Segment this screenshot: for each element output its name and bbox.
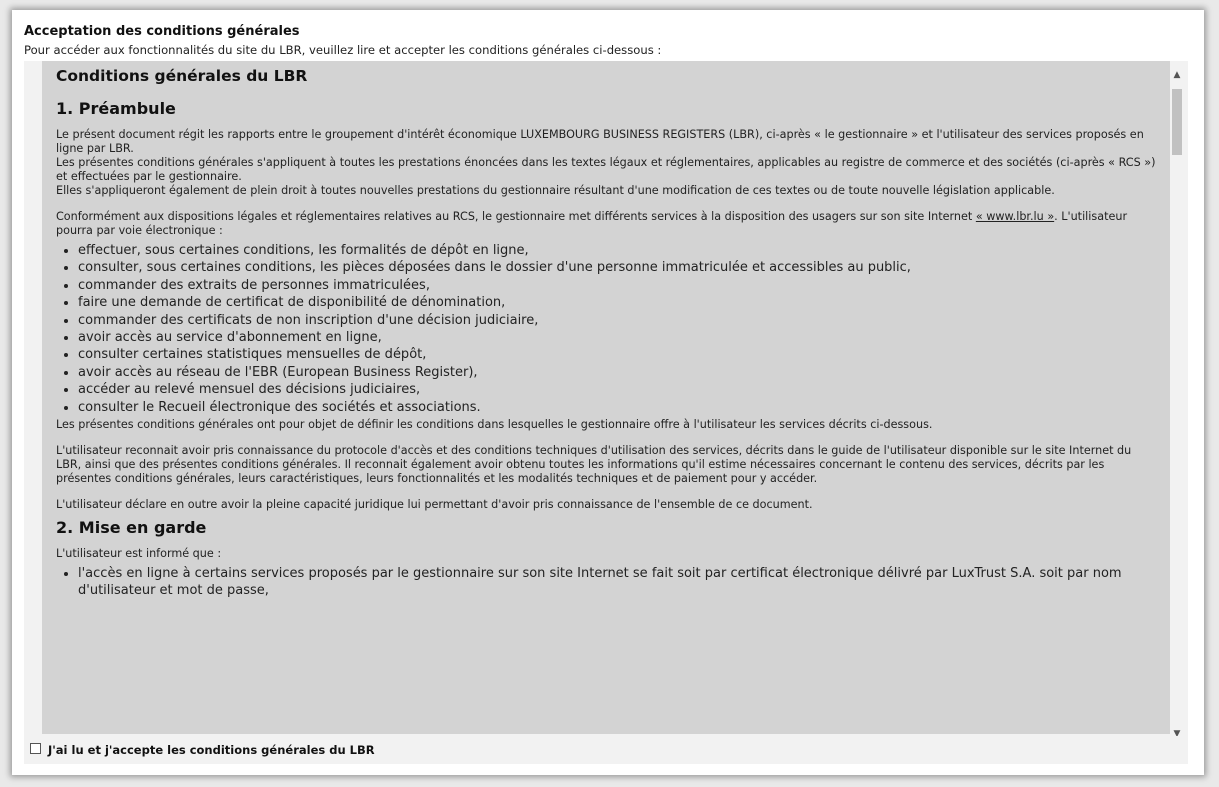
list-item: commander des extraits de personnes imma…: [78, 277, 1156, 294]
list-item: l'accès en ligne à certains services pro…: [78, 565, 1156, 600]
terms-panel: Acceptation des conditions générales Pou…: [12, 10, 1204, 775]
warnings-list: l'accès en ligne à certains services pro…: [56, 565, 1156, 600]
paragraph-text: Conformément aux dispositions légales et…: [56, 210, 976, 223]
terms-content: Conditions générales du LBR 1. Préambule…: [42, 61, 1170, 734]
accept-row: J'ai lu et j'accepte les conditions géné…: [24, 736, 1188, 764]
section-2-title: 2. Mise en garde: [56, 518, 207, 538]
list-item: faire une demande de certificat de dispo…: [78, 294, 1156, 311]
paragraph: L'utilisateur reconnait avoir pris conna…: [56, 444, 1132, 486]
list-item: consulter certaines statistiques mensuel…: [78, 346, 1156, 363]
list-item: accéder au relevé mensuel des décisions …: [78, 381, 1156, 398]
terms-scroll-area[interactable]: Conditions générales du LBR 1. Préambule…: [24, 61, 1188, 748]
list-item: effectuer, sous certaines conditions, le…: [78, 242, 1156, 259]
paragraph-text: Les présentes conditions générales s'app…: [56, 156, 1156, 183]
services-list: effectuer, sous certaines conditions, le…: [56, 242, 1156, 416]
scrollbar-thumb[interactable]: [1172, 89, 1182, 155]
list-item: commander des certificats de non inscrip…: [78, 312, 1156, 329]
list-item: consulter le Recueil électronique des so…: [78, 399, 1156, 416]
terms-title: Conditions générales du LBR: [56, 67, 308, 85]
paragraph: L'utilisateur déclare en outre avoir la …: [56, 498, 813, 512]
paragraph: L'utilisateur est informé que :: [56, 547, 222, 561]
chevron-up-icon[interactable]: ▲: [1170, 67, 1184, 83]
page-title: Acceptation des conditions générales: [24, 24, 300, 39]
paragraph: Conformément aux dispositions légales et…: [56, 210, 1156, 238]
list-item: avoir accès au réseau de l'EBR (European…: [78, 364, 1156, 381]
section-1-title: 1. Préambule: [56, 99, 176, 118]
intro-text: Pour accéder aux fonctionnalités du site…: [24, 43, 662, 57]
accept-checkbox[interactable]: [30, 743, 41, 754]
accept-label[interactable]: J'ai lu et j'accepte les conditions géné…: [48, 743, 375, 757]
list-item: avoir accès au service d'abonnement en l…: [78, 329, 1156, 346]
paragraph: Les présentes conditions générales ont p…: [56, 418, 933, 432]
paragraph-text: Elles s'appliqueront également de plein …: [56, 184, 1055, 197]
lbr-website-link[interactable]: « www.lbr.lu »: [976, 210, 1054, 223]
paragraph: Le présent document régit les rapports e…: [56, 128, 1156, 198]
list-item: consulter, sous certaines conditions, le…: [78, 259, 1156, 276]
paragraph-text: Le présent document régit les rapports e…: [56, 128, 1144, 155]
scrollbar[interactable]: ▲ ▼: [1170, 61, 1184, 739]
